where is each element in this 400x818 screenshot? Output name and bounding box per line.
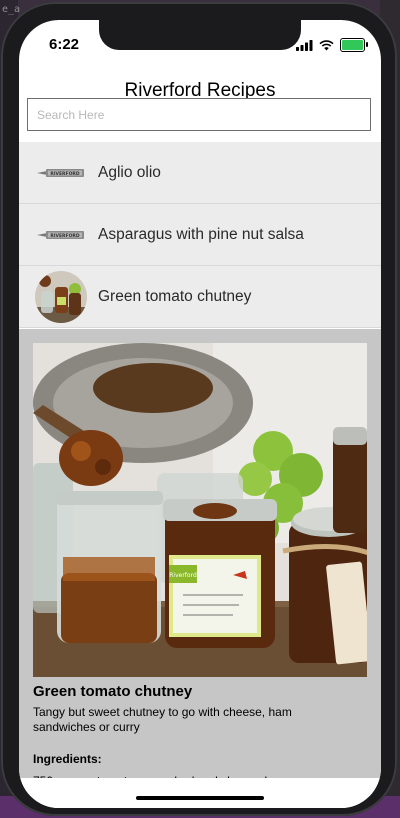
list-item-aglio-olio[interactable]: RIVERFORD Aglio olio bbox=[19, 142, 381, 204]
svg-text:RIVERFORD: RIVERFORD bbox=[50, 170, 80, 176]
camera-notch bbox=[99, 20, 301, 50]
list-item-green-tomato-chutney[interactable]: Green tomato chutney bbox=[19, 266, 381, 328]
ingredients-heading: Ingredients: bbox=[33, 752, 102, 766]
svg-text:RIVERFORD: RIVERFORD bbox=[50, 232, 80, 238]
status-time: 6:22 bbox=[49, 36, 80, 53]
status-icons bbox=[296, 38, 368, 52]
recipe-list: RIVERFORD Aglio olio RIVERFORD Asparagus… bbox=[19, 142, 381, 328]
signal-icon bbox=[296, 39, 313, 51]
svg-text:Riverford: Riverford bbox=[169, 572, 197, 579]
home-indicator-area bbox=[19, 778, 381, 808]
recipe-detail-panel: Riverford Green tomato chutney Tangy but… bbox=[19, 329, 381, 808]
list-item-label: Green tomato chutney bbox=[98, 287, 252, 305]
recipe-description: Tangy but sweet chutney to go with chees… bbox=[33, 705, 292, 734]
list-item-label: Asparagus with pine nut salsa bbox=[98, 225, 304, 243]
battery-charging-icon bbox=[340, 38, 368, 52]
chutney-jars-photo: Riverford bbox=[33, 343, 367, 677]
search-input[interactable] bbox=[27, 98, 371, 131]
wifi-icon bbox=[319, 39, 334, 50]
riverford-logo-icon: RIVERFORD bbox=[35, 209, 87, 261]
chutney-photo-thumb bbox=[35, 270, 87, 323]
list-item-asparagus[interactable]: RIVERFORD Asparagus with pine nut salsa bbox=[19, 204, 381, 266]
desktop-text-fragment: e_a bbox=[2, 4, 21, 15]
phone-frame: 6:22 Riverford Recipes Search Here RIVER… bbox=[1, 2, 397, 816]
recipe-title: Green tomato chutney bbox=[33, 683, 193, 700]
phone-screen: 6:22 Riverford Recipes Search Here RIVER… bbox=[19, 20, 381, 808]
home-indicator[interactable] bbox=[136, 796, 264, 800]
list-item-label: Aglio olio bbox=[98, 163, 161, 181]
riverford-logo-icon: RIVERFORD bbox=[35, 147, 87, 199]
